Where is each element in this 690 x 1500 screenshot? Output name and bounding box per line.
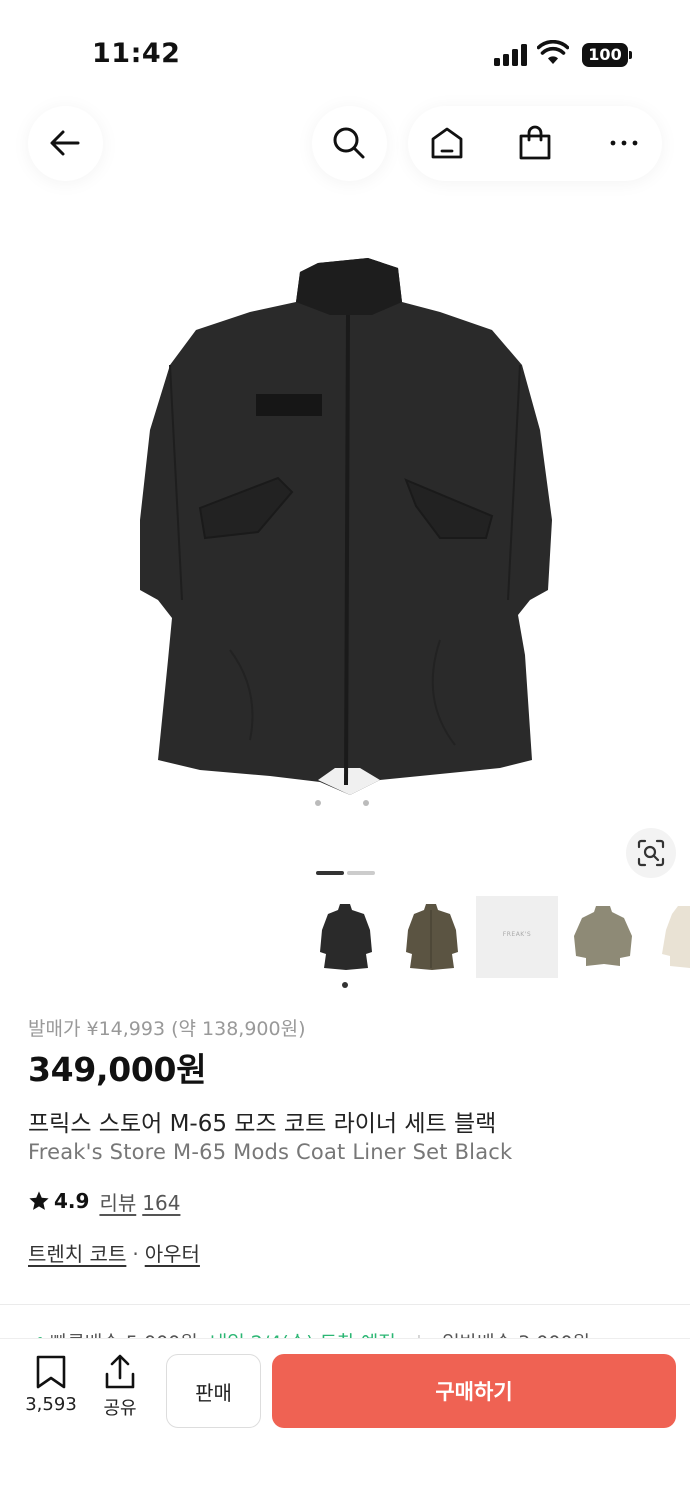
share-icon [105, 1354, 135, 1389]
back-button[interactable] [28, 106, 103, 181]
thumbnail-4[interactable] [562, 896, 644, 978]
section-divider [0, 1304, 690, 1305]
buy-button[interactable]: 구매하기 [272, 1354, 676, 1428]
product-price: 349,000원 [28, 1050, 207, 1089]
rating-row: 4.9 리뷰 164 [28, 1187, 180, 1215]
cellular-signal-icon [494, 44, 530, 66]
bookmark-count: 3,593 [25, 1394, 77, 1415]
battery-icon: 100 [582, 43, 632, 67]
back-arrow-icon [50, 130, 80, 156]
rating-value: 4.9 [54, 1189, 90, 1213]
status-bar: 11:42 100 [0, 0, 690, 100]
category-link-outer[interactable]: 아우터 [145, 1242, 200, 1266]
image-search-icon [637, 839, 665, 867]
thumbnail-brand-logo: FREAK'S [502, 931, 532, 938]
more-icon [610, 140, 638, 146]
thumbnail-coat-black [320, 904, 372, 970]
home-icon [431, 127, 463, 159]
thumbnail-coat-cream [662, 906, 690, 968]
category-row: 트렌치 코트 · 아우터 [28, 1238, 200, 1267]
review-link[interactable]: 리뷰 164 [99, 1187, 180, 1216]
gallery-pager-inactive [347, 871, 375, 875]
search-icon [333, 127, 365, 159]
thumbnail-2[interactable] [390, 896, 472, 978]
release-price: 발매가 ¥14,993 (약 138,900원) [28, 1018, 306, 1040]
category-link-trench-coat[interactable]: 트렌치 코트 [28, 1242, 126, 1266]
bookmark-button[interactable]: 3,593 [18, 1354, 84, 1415]
review-count: 164 [142, 1190, 181, 1215]
share-label: 공유 [103, 1398, 137, 1419]
search-button[interactable] [312, 106, 387, 181]
thumbnail-selected-dot [342, 982, 348, 988]
image-search-button[interactable] [626, 828, 676, 878]
bottom-action-bar: 3,593 공유 판매 구매하기 [0, 1338, 690, 1500]
gallery-pager-active [316, 871, 344, 875]
review-label: 리뷰 [99, 1190, 137, 1215]
share-button[interactable]: 공유 [92, 1354, 148, 1420]
cart-button[interactable] [496, 106, 574, 181]
category-separator: · [132, 1242, 139, 1266]
product-title-ko: 프릭스 스토어 M-65 모즈 코트 라이너 세트 블랙 [28, 1111, 497, 1137]
thumbnail-3[interactable]: FREAK'S [476, 896, 558, 978]
product-title-en: Freak's Store M-65 Mods Coat Liner Set B… [28, 1140, 513, 1164]
home-button[interactable] [408, 106, 486, 181]
product-main-image[interactable] [0, 220, 690, 860]
thumbnail-strip: FREAK'S [0, 896, 690, 978]
thumbnail-1[interactable] [304, 896, 386, 978]
bookmark-icon [36, 1355, 66, 1389]
more-button[interactable] [584, 106, 662, 181]
status-time: 11:42 [92, 38, 181, 69]
shopping-bag-icon [519, 125, 551, 160]
nav-action-group [408, 106, 662, 181]
thumbnail-coat-khaki [574, 906, 632, 966]
thumbnail-coat-olive [406, 904, 458, 970]
wifi-icon [537, 40, 569, 64]
star-icon [29, 1191, 49, 1210]
sell-button[interactable]: 판매 [166, 1354, 261, 1428]
thumbnail-5[interactable] [648, 896, 690, 978]
